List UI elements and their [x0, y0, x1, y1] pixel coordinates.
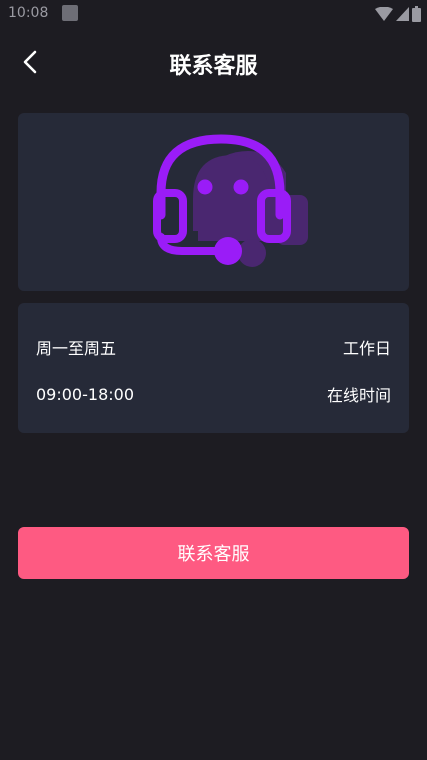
online-hours-label: 在线时间: [326, 386, 391, 405]
battery-icon: [412, 6, 421, 22]
app-notification-icon: [62, 5, 78, 21]
online-hours-value: 09:00-18:00: [36, 384, 134, 404]
header: 联系客服: [0, 36, 427, 88]
hero-card: [18, 113, 409, 291]
wifi-icon: [375, 7, 393, 21]
status-bar: 10:08: [0, 0, 427, 28]
info-row-online-hours: 09:00-18:00 在线时间: [36, 382, 391, 406]
info-row-workdays: 周一至周五 工作日: [36, 335, 391, 359]
page-title: 联系客服: [169, 54, 258, 79]
service-hours-card: 周一至周五 工作日 09:00-18:00 在线时间: [18, 303, 409, 433]
status-time: 10:08: [8, 5, 49, 21]
workdays-value: 周一至周五: [36, 339, 117, 358]
contact-support-button[interactable]: 联系客服: [18, 527, 409, 579]
status-icons: [375, 6, 421, 22]
headset-support-icon: [153, 134, 308, 267]
workdays-label: 工作日: [342, 339, 391, 358]
signal-icon: [396, 7, 409, 21]
